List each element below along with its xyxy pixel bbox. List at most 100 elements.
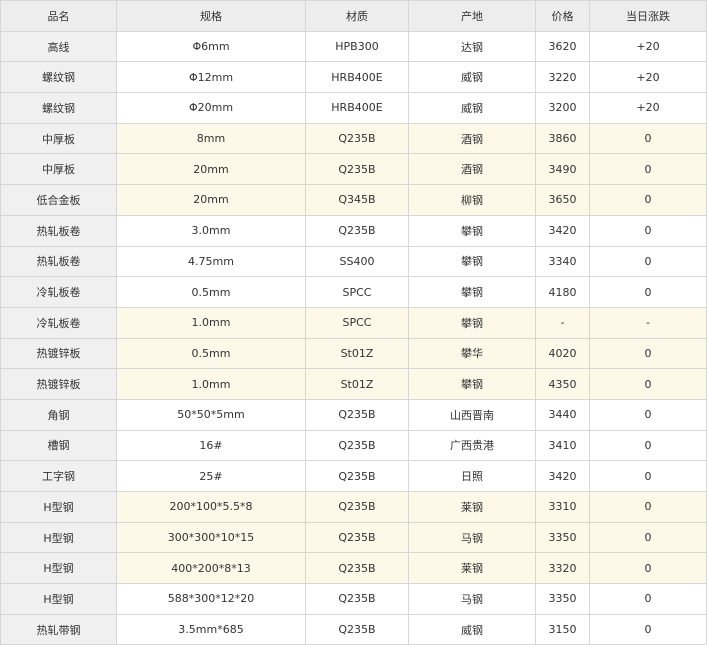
cell-spec: 400*200*8*13: [116, 552, 306, 585]
cell-spec: 0.5mm: [116, 337, 306, 370]
cell-spec: 1.0mm: [116, 306, 306, 339]
cell-material: SPCC: [305, 276, 409, 308]
cell-spec: 8mm: [116, 122, 306, 155]
table-row: 角钢 50*50*5mm Q235B 山西晋南 3440 0: [0, 398, 707, 431]
cell-price: 3350: [535, 583, 590, 615]
table-row: 槽钢 16# Q235B 广西贵港 3410 0: [0, 429, 707, 462]
header-material: 材质: [305, 0, 409, 32]
cell-material: HPB300: [305, 30, 409, 63]
cell-daily-change: +20: [589, 92, 707, 124]
table-row: H型钢 588*300*12*20 Q235B 马钢 3350 0: [0, 583, 707, 615]
cell-product-name: 高线: [0, 30, 117, 63]
cell-origin: 柳钢: [408, 184, 536, 216]
cell-product-name: 槽钢: [0, 429, 117, 462]
table-row: 热轧板卷 3.0mm Q235B 攀钢 3420 0: [0, 214, 707, 247]
table-row: 螺纹钢 Φ12mm HRB400E 威钢 3220 +20: [0, 61, 707, 94]
cell-material: St01Z: [305, 368, 409, 400]
cell-product-name: H型钢: [0, 583, 117, 615]
cell-origin: 达钢: [408, 30, 536, 63]
cell-product-name: 工字钢: [0, 460, 117, 492]
table-row: 工字钢 25# Q235B 日照 3420 0: [0, 460, 707, 492]
cell-origin: 攀钢: [408, 276, 536, 308]
table-row: 高线 Φ6mm HPB300 达钢 3620 +20: [0, 30, 707, 63]
cell-material: Q235B: [305, 521, 409, 554]
cell-price: 3860: [535, 122, 590, 155]
cell-spec: 3.5mm*685: [116, 613, 306, 645]
cell-material: Q235B: [305, 583, 409, 615]
steel-price-table: 品名 规格 材质 产地 价格 当日涨跌 高线 Φ6mm HPB300 达钢 3620 +2…: [0, 0, 707, 645]
cell-daily-change: 0: [589, 337, 707, 370]
cell-material: Q235B: [305, 613, 409, 645]
cell-daily-change: 0: [589, 214, 707, 247]
table-row: 螺纹钢 Φ20mm HRB400E 威钢 3200 +20: [0, 92, 707, 124]
cell-material: Q235B: [305, 214, 409, 247]
cell-material: Q235B: [305, 153, 409, 186]
cell-material: Q235B: [305, 552, 409, 585]
cell-origin: 日照: [408, 460, 536, 492]
cell-price: -: [535, 306, 590, 339]
cell-spec: 0.5mm: [116, 276, 306, 308]
table-row: 中厚板 8mm Q235B 酒钢 3860 0: [0, 122, 707, 155]
cell-origin: 马钢: [408, 583, 536, 615]
cell-daily-change: 0: [589, 460, 707, 492]
cell-spec: 50*50*5mm: [116, 398, 306, 431]
cell-origin: 攀钢: [408, 306, 536, 339]
cell-origin: 广西贵港: [408, 429, 536, 462]
cell-price: 3350: [535, 521, 590, 554]
cell-spec: 3.0mm: [116, 214, 306, 247]
cell-product-name: 螺纹钢: [0, 61, 117, 94]
cell-origin: 莱钢: [408, 491, 536, 523]
cell-daily-change: 0: [589, 153, 707, 186]
cell-origin: 攀钢: [408, 214, 536, 247]
cell-price: 3420: [535, 460, 590, 492]
cell-price: 3220: [535, 61, 590, 94]
table-row: 热镀锌板 1.0mm St01Z 攀钢 4350 0: [0, 368, 707, 400]
cell-spec: Φ6mm: [116, 30, 306, 63]
table-row: 热轧带钢 3.5mm*685 Q235B 威钢 3150 0: [0, 613, 707, 645]
table-row: H型钢 400*200*8*13 Q235B 莱钢 3320 0: [0, 552, 707, 585]
cell-spec: 300*300*10*15: [116, 521, 306, 554]
header-row: 品名 规格 材质 产地 价格 当日涨跌: [0, 0, 707, 32]
cell-material: SS400: [305, 245, 409, 278]
cell-material: Q235B: [305, 398, 409, 431]
cell-daily-change: -: [589, 306, 707, 339]
cell-daily-change: 0: [589, 491, 707, 523]
header-origin: 产地: [408, 0, 536, 32]
cell-price: 3410: [535, 429, 590, 462]
cell-daily-change: 0: [589, 184, 707, 216]
cell-material: HRB400E: [305, 92, 409, 124]
cell-material: Q235B: [305, 460, 409, 492]
cell-price: 3490: [535, 153, 590, 186]
header-daily-change: 当日涨跌: [589, 0, 707, 32]
table-row: 中厚板 20mm Q235B 酒钢 3490 0: [0, 153, 707, 186]
header-spec: 规格: [116, 0, 306, 32]
cell-material: Q345B: [305, 184, 409, 216]
cell-spec: 20mm: [116, 184, 306, 216]
cell-product-name: 热镀锌板: [0, 337, 117, 370]
cell-product-name: 中厚板: [0, 153, 117, 186]
cell-origin: 攀钢: [408, 245, 536, 278]
cell-origin: 威钢: [408, 61, 536, 94]
cell-spec: 588*300*12*20: [116, 583, 306, 615]
cell-daily-change: +20: [589, 30, 707, 63]
cell-price: 4180: [535, 276, 590, 308]
cell-daily-change: 0: [589, 613, 707, 645]
cell-price: 3200: [535, 92, 590, 124]
cell-price: 3420: [535, 214, 590, 247]
cell-origin: 马钢: [408, 521, 536, 554]
cell-material: Q235B: [305, 429, 409, 462]
cell-price: 3320: [535, 552, 590, 585]
cell-price: 3340: [535, 245, 590, 278]
cell-price: 3620: [535, 30, 590, 63]
cell-daily-change: 0: [589, 368, 707, 400]
cell-spec: 4.75mm: [116, 245, 306, 278]
cell-spec: 16#: [116, 429, 306, 462]
cell-daily-change: 0: [589, 122, 707, 155]
cell-daily-change: 0: [589, 429, 707, 462]
table-body: 高线 Φ6mm HPB300 达钢 3620 +20 螺纹钢 Φ12mm HRB400E 威钢 32…: [0, 30, 707, 645]
cell-daily-change: 0: [589, 552, 707, 585]
cell-daily-change: +20: [589, 61, 707, 94]
cell-origin: 攀钢: [408, 368, 536, 400]
cell-material: St01Z: [305, 337, 409, 370]
cell-product-name: 热轧板卷: [0, 214, 117, 247]
